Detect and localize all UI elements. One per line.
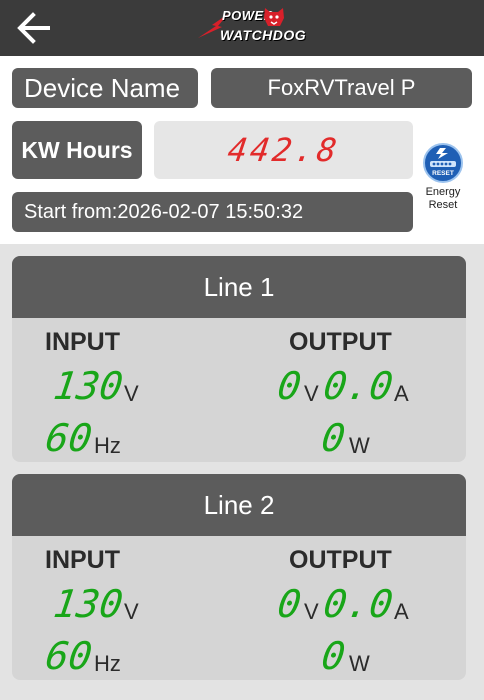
line-1-input-voltage-unit: V xyxy=(124,381,139,406)
line-1-output-power: 0 xyxy=(318,416,348,460)
line-2-output-power: 0 xyxy=(318,634,348,678)
line-2-input-frequency: 60 xyxy=(42,634,95,678)
line-1-output-header: OUTPUT xyxy=(289,328,392,356)
line-2-readings: INPUT OUTPUT 130 V 60 Hz 0 V 0.0 A 0 W xyxy=(12,536,466,680)
energy-reset-icon: RESET xyxy=(423,143,463,183)
line-1-output-current: 0.0 xyxy=(320,364,396,408)
line-2-title: Line 2 xyxy=(12,474,466,536)
energy-reset-label: Energy Reset xyxy=(426,186,461,212)
line-1-input-voltage: 130 xyxy=(50,364,126,408)
top-bar: POWER WATCHDOG xyxy=(0,0,484,56)
line-2-input-header: INPUT xyxy=(45,546,120,574)
line-1-output-voltage: 0 xyxy=(274,364,304,408)
device-info-panel: Device Name FoxRVTravel P KW Hours 442.8… xyxy=(0,56,484,244)
line-1-title: Line 1 xyxy=(12,256,466,318)
line-2-output-voltage-unit: V xyxy=(304,599,319,624)
kw-hours-display: 442.8 xyxy=(154,121,413,179)
line-2-output-header: OUTPUT xyxy=(289,546,392,574)
energy-reset-line2: Reset xyxy=(428,199,458,211)
line-1-card: Line 1 INPUT OUTPUT 130 V 60 Hz 0 V 0.0 … xyxy=(12,256,466,462)
line-1-input-header: INPUT xyxy=(45,328,120,356)
line-1-output-current-unit: A xyxy=(394,381,409,406)
line-2-output-current: 0.0 xyxy=(320,582,396,626)
device-name-label: Device Name xyxy=(12,68,198,108)
line-2-output-voltage: 0 xyxy=(274,582,304,626)
kw-hours-label: KW Hours xyxy=(12,121,142,179)
reset-badge-text: RESET xyxy=(432,170,454,177)
back-button[interactable] xyxy=(14,8,54,48)
device-name-value: FoxRVTravel P xyxy=(211,68,472,108)
start-from-text: Start from:2026-02-07 15:50:32 xyxy=(12,192,413,232)
logo-text-watchdog: WATCHDOG xyxy=(220,27,307,43)
line-2-input-voltage-unit: V xyxy=(124,599,139,624)
arrow-left-icon xyxy=(17,12,50,44)
line-1-readings: INPUT OUTPUT 130 V 60 Hz 0 V 0.0 A 0 W xyxy=(12,318,466,462)
kw-hours-value: 442.8 xyxy=(225,131,342,169)
line-2-input-frequency-unit: Hz xyxy=(94,651,121,676)
line-1-output-power-unit: W xyxy=(349,433,370,458)
power-watchdog-logo: POWER WATCHDOG xyxy=(196,4,306,50)
line-2-input-voltage: 130 xyxy=(50,582,126,626)
line-1-output-voltage-unit: V xyxy=(304,381,319,406)
line-1-input-frequency-unit: Hz xyxy=(94,433,121,458)
dog-head-icon xyxy=(264,8,284,26)
line-2-card: Line 2 INPUT OUTPUT 130 V 60 Hz 0 V 0.0 … xyxy=(12,474,466,680)
line-1-input-frequency: 60 xyxy=(42,416,95,460)
energy-reset-button[interactable]: RESET Energy Reset xyxy=(418,142,468,212)
line-2-output-power-unit: W xyxy=(349,651,370,676)
line-2-output-current-unit: A xyxy=(394,599,409,624)
energy-reset-line1: Energy xyxy=(425,186,461,198)
